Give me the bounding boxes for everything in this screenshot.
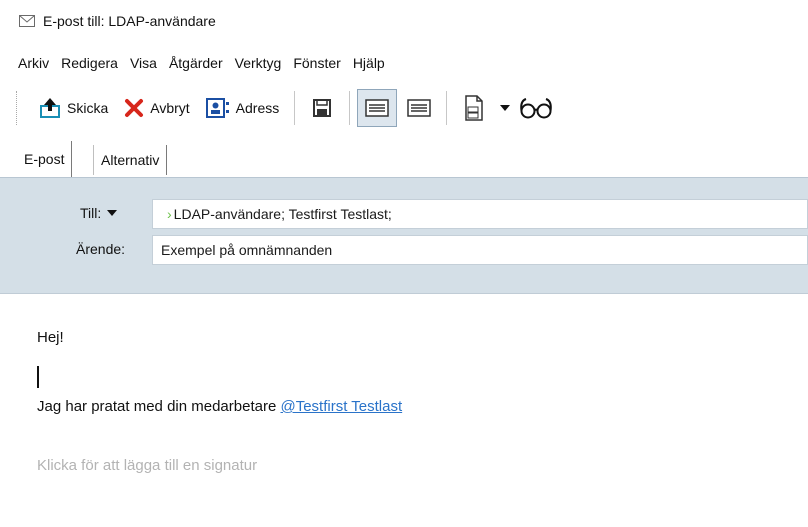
template-dropdown-button[interactable] [497,90,513,126]
message-header-panel: Till: › LDAP-användare; Testfirst Testla… [0,178,808,294]
format-html-button[interactable] [357,89,398,127]
to-label: Till: [80,205,102,221]
menu-visa[interactable]: Visa [130,55,157,71]
body-greeting: Hej! [37,329,64,346]
menu-redigera[interactable]: Redigera [61,55,118,71]
subject-label: Ärende: [76,241,126,257]
menu-fonster[interactable]: Fönster [293,55,340,71]
menu-arkiv[interactable]: Arkiv [18,55,49,71]
message-body[interactable]: Hej! Jag har pratat med din medarbetare … [0,294,808,527]
template-button[interactable] [455,90,493,126]
cancel-icon [125,99,144,117]
address-button[interactable]: Adress [201,90,285,126]
text-cursor [37,366,39,388]
format-plaintext-button[interactable] [400,90,438,126]
menu-hjalp[interactable]: Hjälp [353,55,385,71]
template-icon [465,95,483,121]
tab-email[interactable]: E-post [17,141,73,177]
signature-placeholder[interactable]: Klicka för att lägga till en signatur [37,457,257,474]
body-text-line: Jag har pratat med din medarbetare @Test… [37,398,402,415]
toolbar-separator [294,91,296,125]
menu-verktyg[interactable]: Verktyg [235,55,282,71]
toolbar-separator [446,91,448,125]
menu-bar: Arkiv Redigera Visa Åtgärder Verktyg Fön… [0,52,808,74]
save-button[interactable] [303,90,341,126]
body-line-prefix: Jag har pratat med din medarbetare [37,398,281,415]
toolbar-separator [349,91,351,125]
to-row: Till: › LDAP-användare; Testfirst Testla… [0,199,808,229]
format-html-icon [365,99,389,117]
tab-options[interactable]: Alternativ [93,145,168,175]
cancel-button[interactable]: Avbryt [119,90,194,126]
send-button[interactable]: Skicka [34,90,113,126]
subject-row: Ärende: Exempel på omnämnanden [0,235,808,265]
title-bar: E-post till: LDAP-användare [0,0,808,42]
subject-field[interactable]: Exempel på omnämnanden [152,235,808,265]
recipient-arrow-icon: › [167,206,172,222]
spectacles-button[interactable] [517,90,555,126]
mail-envelope-icon [19,15,35,27]
address-label: Adress [235,100,280,116]
dropdown-arrow-icon [500,105,511,111]
mention-link[interactable]: @Testfirst Testlast [280,398,402,415]
spectacles-icon [520,98,553,119]
to-dropdown[interactable]: Till: [80,205,118,221]
format-plaintext-icon [407,99,431,117]
tab-bar: E-post Alternativ [0,141,808,178]
chevron-down-icon [107,210,118,216]
cancel-label: Avbryt [150,100,190,116]
to-value: LDAP-användare; Testfirst Testlast; [173,206,392,222]
send-label: Skicka [67,100,109,116]
address-book-icon [205,98,229,118]
window-title: E-post till: LDAP-användare [43,13,216,29]
subject-value: Exempel på omnämnanden [161,242,333,258]
menu-atgarder[interactable]: Åtgärder [169,55,223,71]
send-icon [40,98,60,118]
toolbar-grip[interactable] [16,91,20,125]
save-icon [313,99,332,117]
toolbar: Skicka Avbryt Adress [0,84,808,132]
to-field[interactable]: › LDAP-användare; Testfirst Testlast; [152,199,808,229]
